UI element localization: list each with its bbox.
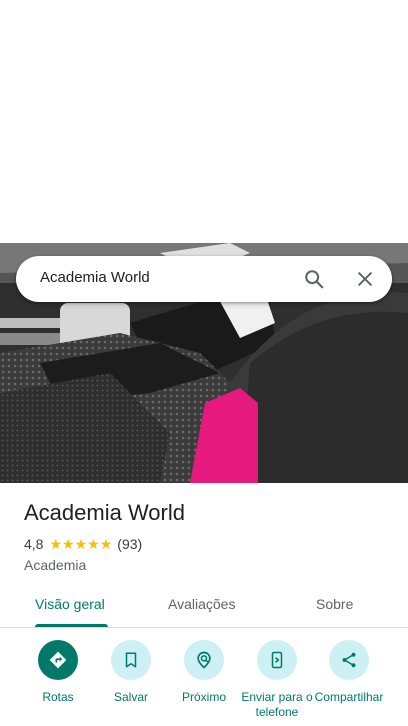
tab-about[interactable]: Sobre <box>316 596 353 612</box>
send-to-phone-icon <box>257 640 297 680</box>
star-icon: ★ <box>62 536 75 552</box>
tab-reviews[interactable]: Avaliações <box>168 596 235 612</box>
search-icon[interactable] <box>298 263 330 295</box>
action-buttons-row: Rotas Salvar Próximo Enviar para o telef… <box>0 640 408 726</box>
star-icon: ★ <box>87 536 100 552</box>
directions-label: Rotas <box>42 690 74 704</box>
close-icon[interactable] <box>349 263 381 295</box>
rating-stars: ★ ★ ★ ★ ★ <box>49 537 112 551</box>
star-icon: ★ <box>49 536 63 552</box>
active-tab-indicator <box>35 624 108 627</box>
place-category[interactable]: Academia <box>24 557 86 573</box>
directions-icon <box>38 640 78 680</box>
tab-overview[interactable]: Visão geral <box>35 596 105 612</box>
tab-bar: Visão geral Avaliações Sobre <box>0 588 408 628</box>
nearby-icon <box>184 640 224 680</box>
send-to-phone-button[interactable]: Enviar para o telefone <box>239 640 315 720</box>
share-button[interactable]: Compartilhar <box>311 640 387 705</box>
nearby-label: Próximo <box>181 690 226 704</box>
share-icon <box>329 640 369 680</box>
rating-row[interactable]: 4,8 ★ ★ ★ ★ ★ (93) <box>24 536 142 552</box>
directions-button[interactable]: Rotas <box>20 640 96 705</box>
save-button[interactable]: Salvar <box>93 640 169 705</box>
nearby-button[interactable]: Próximo <box>166 640 242 705</box>
star-icon: ★ <box>74 536 88 552</box>
place-title: Academia World <box>24 500 185 525</box>
star-icon: ★ <box>99 536 113 552</box>
search-query-text[interactable]: Academia World <box>40 269 150 286</box>
review-count: (93) <box>117 536 143 552</box>
rating-value: 4,8 <box>24 536 44 552</box>
share-label: Compartilhar <box>314 690 384 704</box>
save-label: Salvar <box>113 690 148 704</box>
blank-top-area <box>0 0 408 243</box>
send-to-phone-label: Enviar para o telefone <box>241 690 313 719</box>
bookmark-icon <box>111 640 151 680</box>
search-bar[interactable]: Academia World <box>16 256 392 302</box>
